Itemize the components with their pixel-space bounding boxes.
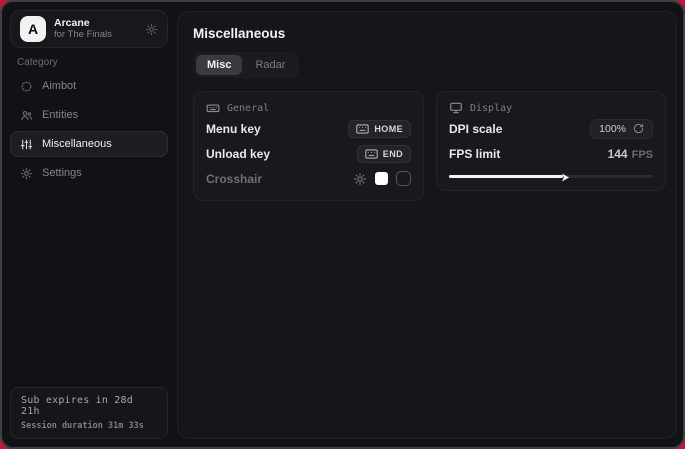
main-panel: Miscellaneous Misc Radar Gener: [177, 11, 677, 439]
sidebar: A Arcane for The Finals Category: [2, 2, 175, 447]
keyboard-icon: [365, 149, 378, 159]
app-window: A Arcane for The Finals Category: [0, 0, 685, 449]
slider-fill: [449, 175, 563, 178]
keyboard-icon: [356, 124, 369, 134]
sub-expires-text: Sub expires in 28d 21h: [21, 395, 157, 417]
keyboard-icon: [206, 101, 220, 115]
dpi-scale-value: 100%: [599, 123, 626, 135]
sidebar-item-miscellaneous[interactable]: Miscellaneous: [10, 131, 168, 157]
sidebar-nav: Aimbot Entities: [10, 73, 168, 186]
sidebar-item-label: Aimbot: [42, 80, 76, 92]
crosshair-row: Crosshair: [206, 167, 411, 190]
dpi-scale-row: DPI scale 100%: [449, 117, 653, 140]
sidebar-item-label: Settings: [42, 167, 82, 179]
crosshair-icon: [20, 80, 33, 93]
sliders-icon: [20, 138, 33, 151]
crosshair-checkbox[interactable]: [396, 171, 411, 186]
menu-key-row: Menu key HOME: [206, 117, 411, 140]
dpi-scale-label: DPI scale: [449, 122, 502, 136]
display-card: Display DPI scale 100%: [436, 91, 666, 191]
unload-key-label: Unload key: [206, 147, 270, 161]
app-header-card: A Arcane for The Finals: [10, 10, 168, 48]
general-card: General Menu key HOME: [193, 91, 424, 201]
sidebar-item-label: Miscellaneous: [42, 138, 112, 150]
cycle-refresh-icon: [633, 123, 644, 134]
slider-thumb-arrow-icon[interactable]: [561, 173, 570, 182]
gear-icon: [20, 167, 33, 180]
fps-limit-unit: FPS: [632, 149, 653, 161]
sidebar-item-aimbot[interactable]: Aimbot: [10, 73, 168, 99]
crosshair-label: Crosshair: [206, 172, 262, 186]
general-card-title: General: [227, 103, 269, 114]
session-duration-text: Session duration 31m 33s: [21, 421, 157, 431]
tab-bar: Misc Radar: [193, 52, 299, 78]
app-subtitle: for The Finals: [54, 30, 112, 41]
general-card-header: General: [206, 101, 411, 115]
app-logo: A: [20, 16, 46, 42]
page-title: Miscellaneous: [193, 26, 666, 41]
fps-limit-value: 144: [608, 147, 628, 161]
tab-radar[interactable]: Radar: [244, 55, 296, 75]
fps-limit-slider[interactable]: [449, 172, 653, 180]
monitor-icon: [449, 101, 463, 115]
subscription-info-card: Sub expires in 28d 21h Session duration …: [10, 387, 168, 439]
tab-misc[interactable]: Misc: [196, 55, 242, 75]
entities-icon: [20, 109, 33, 122]
category-label: Category: [17, 57, 58, 68]
fps-limit-row: FPS limit 144 FPS: [449, 142, 653, 165]
crosshair-color-swatch[interactable]: [375, 172, 388, 185]
fps-limit-label: FPS limit: [449, 147, 500, 161]
menu-key-value: HOME: [374, 124, 403, 134]
sidebar-item-label: Entities: [42, 109, 78, 121]
desktop-background: A Arcane for The Finals Category: [0, 0, 685, 449]
unload-key-row: Unload key END: [206, 142, 411, 165]
unload-key-value: END: [383, 149, 403, 159]
menu-key-label: Menu key: [206, 122, 261, 136]
display-card-title: Display: [470, 103, 512, 114]
display-card-header: Display: [449, 101, 653, 115]
crosshair-settings-gear-icon[interactable]: [353, 172, 367, 186]
sidebar-item-entities[interactable]: Entities: [10, 102, 168, 128]
header-gear-icon[interactable]: [145, 23, 158, 36]
unload-key-button[interactable]: END: [357, 145, 411, 163]
sidebar-item-settings[interactable]: Settings: [10, 160, 168, 186]
app-name: Arcane: [54, 17, 112, 29]
menu-key-button[interactable]: HOME: [348, 120, 411, 138]
dpi-scale-button[interactable]: 100%: [590, 119, 653, 139]
